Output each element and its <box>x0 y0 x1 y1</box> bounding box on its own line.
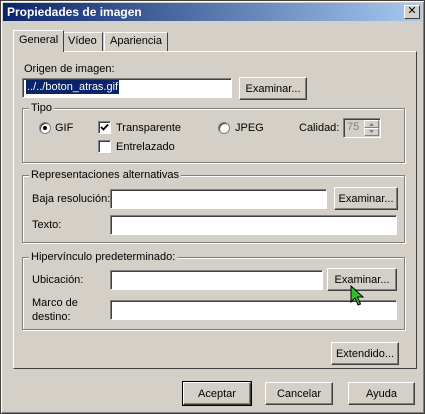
help-button[interactable]: Ayuda <box>348 382 415 405</box>
lowres-label: Baja resolución: <box>32 193 111 205</box>
origin-input[interactable]: ../../boton_atras.gif <box>22 78 232 98</box>
tab-apariencia-label: Apariencia <box>110 35 162 47</box>
arrow-pointer-icon <box>350 285 364 306</box>
transparent-label: Transparente <box>116 122 182 134</box>
quality-label: Calidad: <box>299 122 340 134</box>
arrow-down-icon <box>369 130 374 133</box>
alternatives-group-legend: Representaciones alternativas <box>29 169 181 181</box>
target-label-line2: destino: <box>32 311 71 323</box>
radio-selected-dot <box>43 126 47 130</box>
location-input[interactable] <box>110 270 323 290</box>
quality-spinner: 75 <box>343 118 381 138</box>
origin-value: ../../boton_atras.gif <box>26 80 120 94</box>
interlaced-checkbox[interactable] <box>98 140 111 153</box>
type-group-legend: Tipo <box>29 102 54 114</box>
arrow-up-icon <box>369 123 374 126</box>
title-bar[interactable]: Propiedades de imagen ✕ <box>3 3 422 21</box>
extended-button[interactable]: Extendido... <box>331 342 399 365</box>
checkmark-icon <box>100 123 109 131</box>
lowres-input[interactable] <box>110 189 327 209</box>
ok-button[interactable]: Aceptar <box>182 381 252 406</box>
window-title: Propiedades de imagen <box>7 5 142 19</box>
gif-radio[interactable] <box>39 122 51 134</box>
tab-video-label: Vídeo <box>68 35 97 47</box>
alt-text-label: Texto: <box>32 219 62 231</box>
cancel-button[interactable]: Cancelar <box>265 382 333 405</box>
hyperlink-group-legend: Hipervínculo predeterminado: <box>29 251 178 263</box>
close-icon: ✕ <box>407 5 417 17</box>
dialog-window: Propiedades de imagen ✕ General Vídeo Ap… <box>0 0 425 414</box>
quality-value: 75 <box>347 121 360 133</box>
origin-label: Origen de imagen: <box>24 63 115 75</box>
tab-general[interactable]: General <box>13 30 65 52</box>
tab-video[interactable]: Vídeo <box>62 32 103 51</box>
spin-down-button <box>364 128 379 136</box>
location-label: Ubicación: <box>32 274 84 286</box>
interlaced-label: Entrelazado <box>116 141 175 153</box>
tab-general-label: General <box>19 34 59 46</box>
spin-up-button <box>364 120 379 128</box>
jpeg-radio[interactable] <box>218 122 230 134</box>
jpeg-label: JPEG <box>235 122 264 134</box>
close-button[interactable]: ✕ <box>404 5 420 19</box>
alt-text-input[interactable] <box>110 215 397 235</box>
gif-label: GIF <box>55 122 74 134</box>
target-label-line1: Marco de <box>32 297 78 309</box>
tab-apariencia[interactable]: Apariencia <box>104 32 168 51</box>
origin-browse-button[interactable]: Examinar... <box>239 77 307 100</box>
transparent-checkbox[interactable] <box>98 121 111 134</box>
lowres-browse-button[interactable]: Examinar... <box>334 187 398 210</box>
